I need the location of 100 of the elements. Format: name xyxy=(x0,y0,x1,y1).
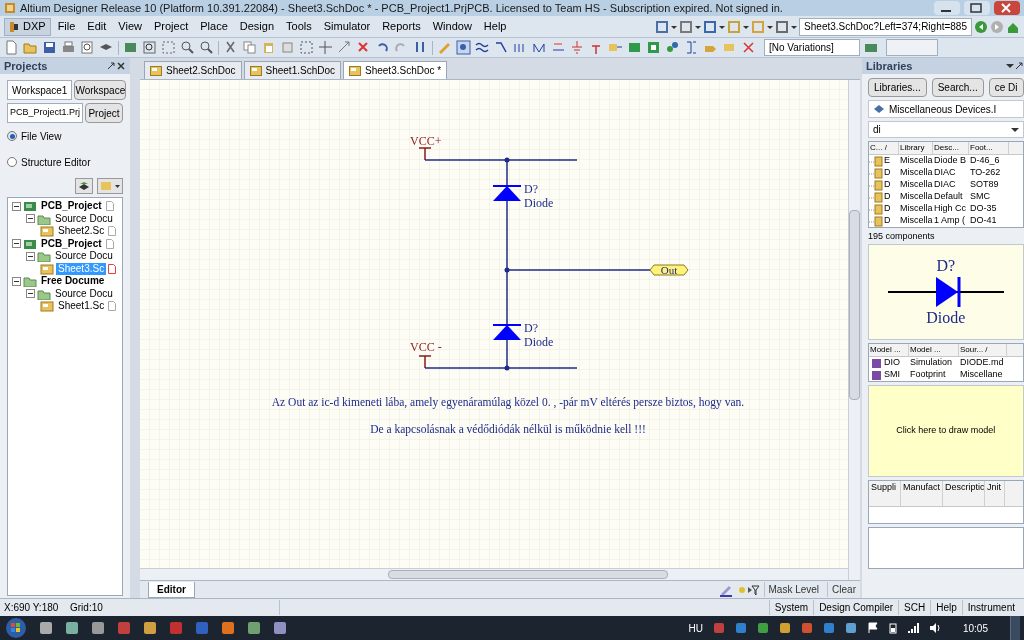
tree-item[interactable]: Source Docu xyxy=(53,250,115,263)
collapse-icon[interactable] xyxy=(26,289,35,299)
taskbar-app-icon[interactable] xyxy=(272,620,288,636)
menu-item[interactable]: File xyxy=(52,18,81,35)
column-header[interactable]: Jnit xyxy=(985,481,1005,506)
close-icon[interactable] xyxy=(116,61,126,71)
bus-entry-icon[interactable] xyxy=(494,40,509,55)
battery-icon[interactable] xyxy=(888,622,897,634)
tree-item[interactable]: Sheet1.Sc xyxy=(56,300,107,313)
collapse-icon[interactable] xyxy=(12,201,21,211)
panel-button[interactable]: System xyxy=(768,600,814,615)
menu-item[interactable]: Help xyxy=(478,18,512,35)
taskbar-app-icon[interactable] xyxy=(64,620,80,636)
delete-icon[interactable] xyxy=(741,40,756,55)
menu-item[interactable]: Window xyxy=(427,18,477,35)
menu-item[interactable]: Reports xyxy=(377,18,426,35)
tray-icon[interactable] xyxy=(844,622,857,634)
minimize-button[interactable] xyxy=(934,1,960,15)
library-button[interactable]: ce Di xyxy=(988,78,1024,97)
library-dropdown[interactable]: Miscellaneous Devices.I xyxy=(868,100,1024,118)
menu-item[interactable]: Tools xyxy=(281,18,317,35)
toolbar-icon[interactable] xyxy=(775,19,790,34)
tray-icon[interactable] xyxy=(800,622,813,634)
column-header[interactable]: C... / xyxy=(869,142,899,154)
column-header[interactable]: Library xyxy=(899,142,933,154)
taskbar-app-icon[interactable] xyxy=(38,620,54,636)
maximize-button[interactable] xyxy=(964,1,990,15)
filter-icon[interactable] xyxy=(737,582,760,597)
taskbar-app-icon[interactable] xyxy=(142,620,158,636)
panel-button[interactable]: Instrument xyxy=(961,600,1020,615)
zoom-filter-icon[interactable] xyxy=(199,40,214,55)
panel-button[interactable]: Help xyxy=(930,600,962,615)
collapse-icon[interactable] xyxy=(26,214,35,224)
library-button[interactable]: Libraries... xyxy=(868,78,927,97)
tray-icon[interactable] xyxy=(712,622,725,634)
panel-button[interactable]: Design Compiler xyxy=(813,600,899,615)
collapse-icon[interactable] xyxy=(26,251,35,261)
dropdown-arrow-icon[interactable] xyxy=(1005,61,1014,71)
column-header[interactable]: Sour... / xyxy=(959,344,1007,356)
library-button[interactable]: Search... xyxy=(931,78,984,97)
pin-icon[interactable] xyxy=(106,61,116,71)
vertical-scrollbar[interactable] xyxy=(848,80,860,580)
document-tab[interactable]: Sheet3.SchDoc * xyxy=(343,61,448,79)
zoom-icon[interactable] xyxy=(142,40,157,55)
column-header[interactable]: Suppli xyxy=(869,481,901,506)
taskbar-app-icon[interactable] xyxy=(116,620,132,636)
column-header[interactable]: Model ... xyxy=(869,344,909,356)
column-header[interactable]: Descriptic xyxy=(943,481,985,506)
tree-item[interactable]: Source Docu xyxy=(53,212,115,225)
save-icon[interactable] xyxy=(42,40,57,55)
tray-icon[interactable] xyxy=(822,622,835,634)
tree-item[interactable]: Source Docu xyxy=(53,287,115,300)
new-document-icon[interactable] xyxy=(4,40,19,55)
copy-icon[interactable] xyxy=(242,40,257,55)
scrollbar-thumb[interactable] xyxy=(849,210,860,400)
print-icon[interactable] xyxy=(61,40,76,55)
toolbar-icon[interactable] xyxy=(703,19,718,34)
collapse-icon[interactable] xyxy=(12,239,21,249)
column-header[interactable]: Manufact xyxy=(901,481,943,506)
speaker-icon[interactable] xyxy=(928,622,941,634)
preview-icon[interactable] xyxy=(80,40,95,55)
start-button[interactable] xyxy=(4,617,28,639)
scrollbar-thumb[interactable] xyxy=(388,570,668,579)
project-button[interactable]: Project xyxy=(85,103,123,123)
menu-item[interactable]: Project xyxy=(149,18,194,35)
column-header[interactable]: Desc... xyxy=(933,142,969,154)
clock[interactable]: 10:05 xyxy=(950,620,1000,636)
taskbar-app-icon[interactable] xyxy=(220,620,236,636)
layers-icon[interactable] xyxy=(75,178,93,194)
variations-dropdown[interactable]: [No Variations] xyxy=(764,39,860,56)
taskbar-app-icon[interactable] xyxy=(246,620,262,636)
mask-level-button[interactable]: Mask Level xyxy=(763,582,824,597)
tree-item[interactable]: Free Docume xyxy=(39,275,107,288)
tree-item[interactable]: Sheet2.Sc xyxy=(56,225,107,238)
flag-icon[interactable] xyxy=(866,622,879,634)
tree-item[interactable]: PCB_Project xyxy=(39,200,104,213)
radio-button[interactable] xyxy=(7,157,17,167)
document-tab[interactable]: Sheet1.SchDoc xyxy=(243,61,341,79)
horizontal-scrollbar[interactable] xyxy=(140,568,848,580)
column-header[interactable]: Model ... xyxy=(909,344,959,356)
menu-item[interactable]: Simulator xyxy=(318,18,376,35)
taskbar-app-icon[interactable] xyxy=(90,620,106,636)
zoom-select-icon[interactable] xyxy=(180,40,195,55)
radio-button[interactable] xyxy=(7,131,17,141)
document-tab[interactable]: Sheet2.SchDoc xyxy=(144,61,242,79)
menu-item[interactable]: Place xyxy=(195,18,233,35)
collapse-icon[interactable] xyxy=(12,276,21,286)
filter-dropdown[interactable]: di xyxy=(868,121,1024,138)
tray-icon[interactable] xyxy=(734,622,747,634)
tray-icon[interactable] xyxy=(778,622,791,634)
pin-icon[interactable] xyxy=(1013,61,1024,71)
workspace-dropdown[interactable]: Workspace1 xyxy=(7,80,73,100)
dxp-button[interactable]: DXP xyxy=(4,17,51,36)
workspace-button[interactable]: Workspace xyxy=(74,80,127,100)
menu-item[interactable]: View xyxy=(113,18,147,35)
bus-icon[interactable] xyxy=(475,40,490,55)
panel-button[interactable]: SCH xyxy=(898,600,931,615)
tray-icon[interactable] xyxy=(756,622,769,634)
menu-item[interactable]: Design xyxy=(234,18,279,35)
model-preview[interactable]: Click here to draw model xyxy=(868,385,1024,477)
